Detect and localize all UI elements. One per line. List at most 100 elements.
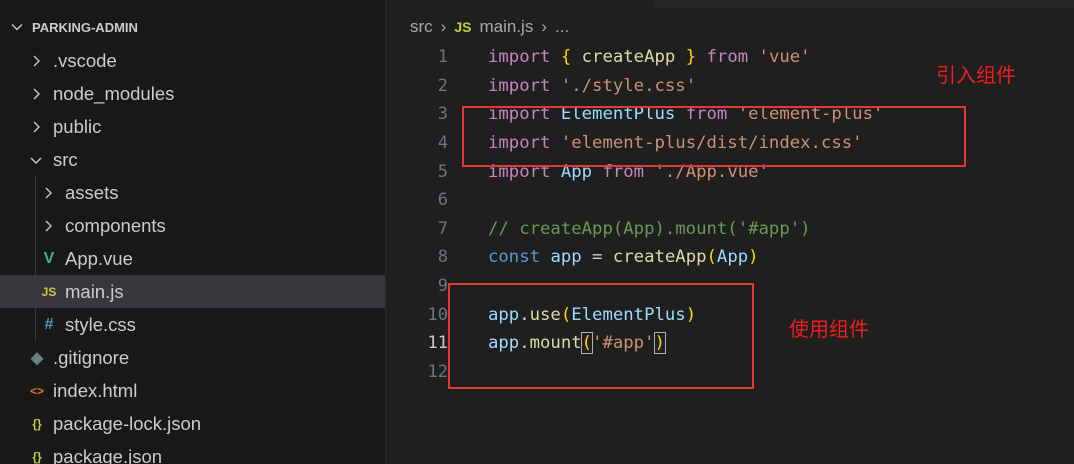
code-token: app: [550, 247, 582, 268]
explorer-item-label: public: [53, 115, 102, 137]
chevron-right-icon: [29, 120, 43, 134]
explorer-item[interactable]: components: [0, 209, 385, 242]
code-token: './style.css': [560, 75, 697, 96]
code-token: (: [706, 247, 717, 268]
code-token: =: [581, 247, 613, 268]
git-file-icon: ◆: [30, 349, 44, 367]
explorer-item[interactable]: ◆ .gitignore: [0, 341, 385, 374]
code-token: createApp: [581, 47, 676, 68]
explorer-item-label: package-lock.json: [53, 412, 202, 434]
line-number: 4: [437, 133, 448, 154]
explorer-item-label: src: [53, 148, 78, 170]
explorer-root-folder[interactable]: PARKING-ADMIN: [0, 14, 138, 40]
line-number: 3: [437, 104, 448, 125]
code-token: const: [488, 247, 541, 268]
explorer-item[interactable]: public: [0, 110, 385, 143]
chevron-down-icon: [29, 153, 43, 167]
explorer-item[interactable]: src: [0, 143, 385, 176]
breadcrumb-file[interactable]: main.js: [479, 17, 533, 37]
import-highlight-box: [462, 106, 966, 167]
html-file-icon: <>: [29, 383, 44, 398]
code-token: import: [488, 75, 551, 96]
code-text: // createApp(App).mount('#app'): [488, 219, 811, 239]
explorer-item[interactable]: assets: [0, 176, 385, 209]
code-line[interactable]: 6: [386, 186, 1074, 215]
code-token: }: [685, 47, 697, 68]
line-number: 11: [427, 333, 448, 354]
code-token: import: [488, 47, 551, 68]
line-number: 9: [437, 276, 448, 297]
line-number: 2: [437, 75, 448, 96]
code-token: from: [706, 47, 749, 68]
explorer-item[interactable]: .vscode: [0, 44, 385, 77]
breadcrumb-folder[interactable]: src: [410, 17, 433, 37]
explorer-item-label: style.css: [65, 313, 136, 335]
explorer-item[interactable]: JS main.js: [0, 275, 385, 308]
code-token: ): [748, 247, 759, 268]
chevron-down-icon: [9, 19, 25, 35]
explorer-item-label: .gitignore: [53, 346, 130, 368]
chevron-right-icon: [29, 54, 43, 68]
explorer-item-label: node_modules: [53, 82, 175, 104]
breadcrumb: src › JS main.js › ...: [410, 14, 569, 40]
chevron-right-icon: [29, 87, 43, 101]
code-text: import { createApp } from 'vue': [488, 47, 811, 67]
explorer-item-label: main.js: [65, 280, 124, 302]
code-token: 'vue': [758, 47, 811, 68]
vue-file-icon: V: [43, 249, 55, 267]
json-file-icon: {}: [32, 449, 42, 464]
code-token: createApp: [612, 247, 707, 268]
explorer-panel: PARKING-ADMIN .vscode node_modulespublic s…: [0, 0, 386, 464]
explorer-item-label: index.html: [53, 379, 138, 401]
explorer-item[interactable]: node_modules: [0, 77, 385, 110]
code-line[interactable]: 8 const app = createApp(App): [386, 243, 1074, 272]
code-token: {: [560, 47, 572, 68]
explorer-item[interactable]: # style.css: [0, 308, 385, 341]
explorer-item[interactable]: {} package.json: [0, 440, 385, 464]
explorer-item-label: package.json: [53, 445, 163, 464]
explorer-item-label: assets: [65, 181, 119, 203]
json-file-icon: {}: [32, 416, 42, 431]
chevron-right-icon: [41, 219, 55, 233]
explorer-item-label: .vscode: [53, 49, 117, 71]
css-file-icon: #: [44, 315, 54, 333]
line-number: 10: [427, 304, 448, 325]
chevron-right-icon: ›: [440, 17, 447, 36]
code-text: const app = createApp(App): [488, 247, 759, 267]
import-annotation: 引入组件: [936, 63, 1016, 87]
tab-strip: [386, 0, 1074, 8]
js-file-icon: JS: [41, 284, 57, 299]
code-token: // createApp(App).mount('#app'): [488, 218, 811, 239]
explorer-root-label: PARKING-ADMIN: [32, 19, 138, 35]
explorer-item-label: components: [65, 214, 166, 236]
line-number: 1: [437, 47, 448, 68]
indent-guide: [35, 176, 36, 341]
chevron-right-icon: [41, 186, 55, 200]
explorer-item[interactable]: <> index.html: [0, 374, 385, 407]
line-number: 8: [437, 247, 448, 268]
line-number: 5: [437, 161, 448, 182]
code-token: App: [716, 247, 749, 268]
breadcrumb-trail[interactable]: ...: [555, 17, 569, 37]
explorer-item[interactable]: {} package-lock.json: [0, 407, 385, 440]
chevron-right-icon: ›: [541, 17, 547, 36]
use-highlight-box: [448, 283, 754, 389]
code-line[interactable]: 7 // createApp(App).mount('#app'): [386, 215, 1074, 244]
editor-pane: src › JS main.js › ... 1 import { createA…: [386, 0, 1074, 464]
explorer-item-label: App.vue: [65, 247, 133, 269]
vscode-window: PARKING-ADMIN .vscode node_modulespublic s…: [0, 0, 1074, 464]
use-annotation: 使用组件: [789, 317, 869, 341]
js-file-icon: JS: [454, 19, 472, 35]
line-number: 12: [427, 361, 448, 382]
line-number: 6: [437, 190, 448, 211]
line-number: 7: [437, 218, 448, 239]
explorer-item[interactable]: V App.vue: [0, 242, 385, 275]
code-text: import './style.css': [488, 76, 696, 96]
